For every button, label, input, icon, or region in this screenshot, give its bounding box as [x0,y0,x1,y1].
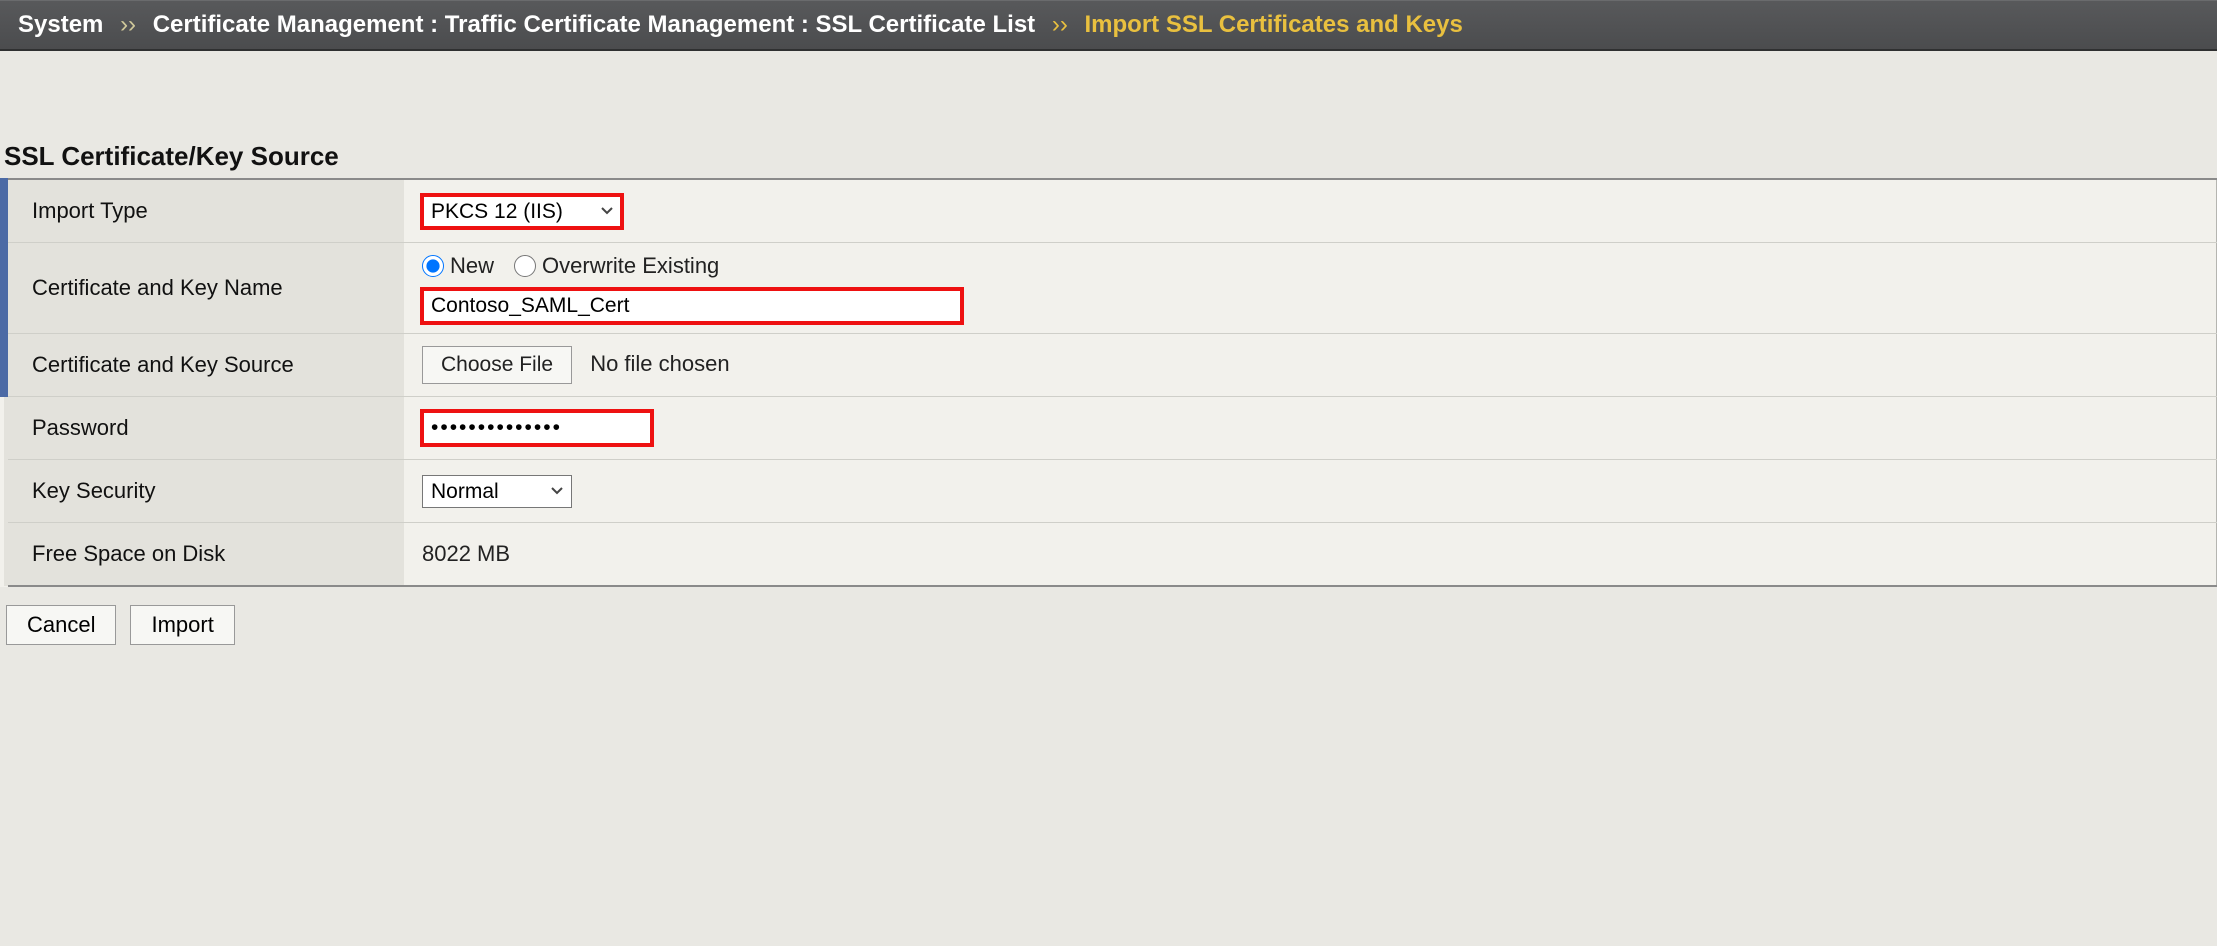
label-cert-source: Certificate and Key Source [4,334,404,397]
import-button[interactable]: Import [130,605,234,645]
breadcrumb-sep-icon: ›› [1052,11,1068,38]
radio-new-label[interactable]: New [450,253,494,279]
breadcrumb-sep-icon: ›› [120,11,136,38]
key-security-select[interactable]: Normal [422,475,572,508]
cert-name-input[interactable] [422,289,962,323]
label-free-space: Free Space on Disk [4,523,404,587]
password-input[interactable] [422,411,652,445]
radio-new[interactable] [422,255,444,277]
import-type-select[interactable]: PKCS 12 (IIS) [422,195,622,228]
choose-file-button[interactable]: Choose File [422,346,572,384]
radio-overwrite-label[interactable]: Overwrite Existing [542,253,719,279]
label-password: Password [4,397,404,460]
cancel-button[interactable]: Cancel [6,605,116,645]
free-space-value: 8022 MB [422,541,510,566]
form-table: Import Type PKCS 12 (IIS) Certificate an… [0,178,2217,587]
file-chosen-status: No file chosen [590,351,729,376]
section-title: SSL Certificate/Key Source [0,51,2217,178]
breadcrumb-root[interactable]: System [18,11,103,38]
label-cert-name: Certificate and Key Name [4,243,404,334]
breadcrumb-current: Import SSL Certificates and Keys [1085,11,1463,38]
breadcrumb-path[interactable]: Certificate Management : Traffic Certifi… [153,11,1035,38]
radio-overwrite[interactable] [514,255,536,277]
breadcrumb-bar: System ›› Certificate Management : Traff… [0,0,2217,51]
label-import-type: Import Type [4,179,404,243]
label-key-security: Key Security [4,460,404,523]
